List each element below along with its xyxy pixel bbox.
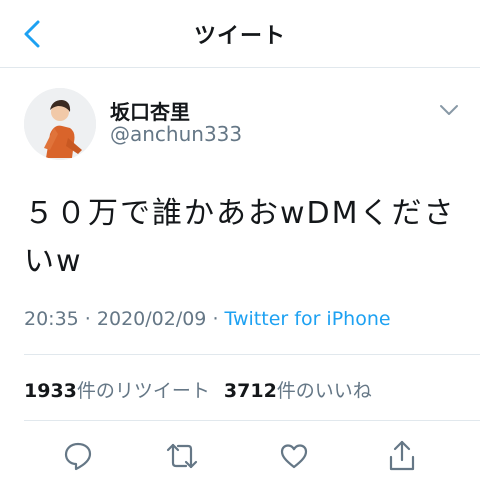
more-options-button[interactable] <box>436 100 462 120</box>
avatar[interactable] <box>24 88 96 160</box>
retweets-count: 1933 <box>24 380 77 402</box>
heart-icon <box>280 444 308 469</box>
share-button[interactable] <box>382 436 422 476</box>
tweet-text-line-1: ５０万で誰かあおwDMくださ <box>24 196 456 231</box>
divider <box>24 420 480 421</box>
tweet-detail-screen: ツイート 坂口杏里 @anchun333 ５０万で誰かあおwDMくださ いw 2… <box>0 0 480 482</box>
meta-separator: · <box>78 308 97 330</box>
tweet-stats: 1933件のリツイート 3712件のいいね <box>24 376 372 403</box>
likes-label: 件のいいね <box>276 380 372 402</box>
tweet-client-link[interactable]: Twitter for iPhone <box>225 308 391 330</box>
avatar-image <box>24 88 96 160</box>
author-handle[interactable]: @anchun333 <box>110 122 242 146</box>
reply-icon <box>64 442 92 471</box>
action-bar <box>0 432 480 478</box>
tweet-date: 2020/02/09 <box>96 308 207 330</box>
divider <box>24 354 480 355</box>
tweet-meta: 20:35 · 2020/02/09 · Twitter for iPhone <box>24 308 391 330</box>
likes-stat[interactable]: 3712件のいいね <box>224 380 372 402</box>
retweet-button[interactable] <box>162 436 202 476</box>
tweet-time: 20:35 <box>24 308 79 330</box>
meta-separator: · <box>206 308 225 330</box>
chevron-down-icon <box>440 105 458 115</box>
tweet-text: ５０万で誰かあおwDMくださ いw <box>24 190 464 286</box>
retweets-label: 件のリツイート <box>76 380 210 402</box>
share-icon <box>389 440 415 471</box>
author-name[interactable]: 坂口杏里 <box>110 96 190 125</box>
likes-count: 3712 <box>223 380 277 402</box>
tweet-text-line-2: いw <box>24 244 83 279</box>
page-title: ツイート <box>193 24 286 49</box>
header: ツイート <box>0 0 480 68</box>
retweet-icon <box>166 443 198 469</box>
like-button[interactable] <box>274 436 314 476</box>
reply-button[interactable] <box>58 436 98 476</box>
retweets-stat[interactable]: 1933件のリツイート <box>24 380 210 402</box>
